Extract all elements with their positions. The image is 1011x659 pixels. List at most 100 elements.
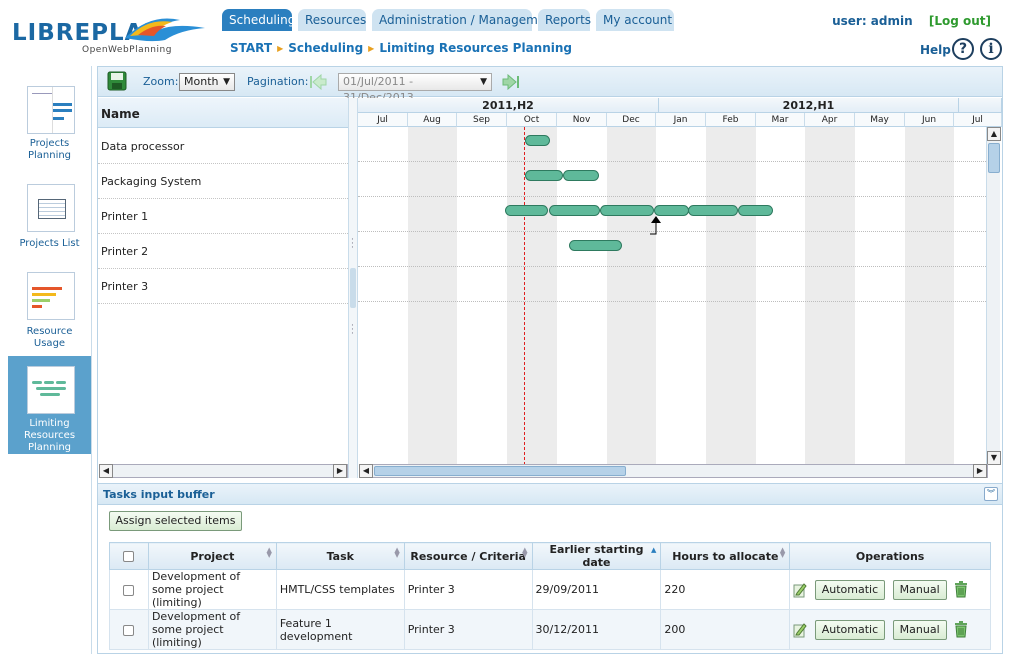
- column-header-operations: Operations: [789, 542, 991, 570]
- cell-resource: Printer 3: [403, 569, 533, 610]
- splitter-handle[interactable]: [350, 268, 356, 308]
- sidebar-item-resource-usage[interactable]: Resource Usage: [8, 264, 91, 352]
- column-label: Earlier starting date: [549, 543, 644, 569]
- horizontal-scroll-thumb[interactable]: [374, 466, 626, 476]
- scroll-right-icon[interactable]: ▶: [333, 464, 347, 478]
- breadcrumb-separator-icon: ▶: [277, 44, 284, 53]
- sidebar-item-projects-list[interactable]: Projects List: [8, 176, 91, 256]
- month-header: Apr: [805, 113, 855, 127]
- assign-selected-button[interactable]: Assign selected items: [109, 511, 242, 531]
- save-icon[interactable]: [107, 71, 127, 91]
- scroll-left-icon[interactable]: ◀: [359, 464, 373, 478]
- column-label: Task: [326, 549, 354, 563]
- month-stripe: [905, 127, 954, 465]
- automatic-button[interactable]: Automatic: [814, 619, 886, 640]
- scroll-down-icon[interactable]: ▼: [987, 451, 1001, 465]
- column-header-date[interactable]: Earlier starting date ▲: [531, 542, 662, 570]
- timeline-vertical-scrollbar[interactable]: ▲ ▼: [986, 127, 1001, 465]
- resource-row[interactable]: Printer 3: [98, 269, 348, 304]
- user-area: user: admin [Log out]: [832, 14, 991, 28]
- resource-row[interactable]: Packaging System: [98, 164, 348, 199]
- sidebar-item-limiting-resources[interactable]: Limiting Resources Planning: [8, 356, 91, 454]
- track-divider: [358, 231, 986, 232]
- tasks-input-buffer-header: Tasks input buffer ︾: [98, 483, 1002, 505]
- column-label: Resource / Criteria: [410, 549, 526, 563]
- panel-splitter[interactable]: · · · · · ·: [349, 98, 358, 478]
- resource-row[interactable]: Printer 2: [98, 234, 348, 269]
- vertical-scroll-thumb[interactable]: [988, 143, 1000, 173]
- sidebar-item-projects-planning[interactable]: Projects Planning: [8, 80, 91, 170]
- help-label[interactable]: Help: [920, 43, 951, 57]
- sidebar-label: Projects Planning: [27, 138, 72, 161]
- resource-row[interactable]: Printer 1: [98, 199, 348, 234]
- scroll-left-icon[interactable]: ◀: [99, 464, 113, 478]
- libreplan-logo[interactable]: LIBREPLAN OpenWebPlanning: [12, 8, 212, 58]
- row-checkbox[interactable]: [123, 584, 135, 596]
- trash-icon[interactable]: [954, 621, 968, 638]
- tab-scheduling[interactable]: Scheduling: [222, 9, 295, 31]
- collapse-icon[interactable]: ︾: [984, 487, 998, 501]
- column-header-project[interactable]: Project ▲ ▼: [147, 542, 277, 570]
- row-checkbox[interactable]: [123, 624, 135, 636]
- next-page-icon[interactable]: [502, 74, 520, 90]
- queue-task-bar[interactable]: [600, 205, 654, 216]
- cell-task: Feature 1 development: [275, 609, 405, 650]
- breadcrumb-current: Limiting Resources Planning: [379, 41, 573, 55]
- select-all-checkbox[interactable]: [123, 551, 135, 562]
- queue-task-bar[interactable]: [549, 205, 600, 216]
- manual-button[interactable]: Manual: [892, 579, 947, 600]
- help-icon[interactable]: ?: [952, 38, 974, 60]
- queue-task-bar[interactable]: [738, 205, 773, 216]
- queue-task-bar[interactable]: [688, 205, 738, 216]
- scroll-up-icon[interactable]: ▲: [987, 127, 1001, 141]
- month-header: Mar: [756, 113, 805, 127]
- trash-icon[interactable]: [954, 581, 968, 598]
- month-header: Sep: [457, 113, 507, 127]
- names-horizontal-scrollbar[interactable]: ◀ ▶: [99, 464, 348, 478]
- cell-hours: 200: [660, 609, 791, 650]
- column-header-hours[interactable]: Hours to allocate ▲ ▼: [660, 542, 791, 570]
- breadcrumb-scheduling[interactable]: Scheduling: [288, 41, 363, 55]
- sidebar-label: Resource Usage: [26, 326, 73, 349]
- resource-row[interactable]: Data processor: [98, 129, 348, 164]
- column-label: Hours to allocate: [672, 549, 779, 563]
- timeline-horizontal-scrollbar[interactable]: ◀ ▶: [359, 464, 988, 478]
- month-header: Feb: [706, 113, 756, 127]
- zoom-select[interactable]: Month ▼: [179, 73, 235, 91]
- app-header: LIBREPLAN OpenWebPlanning Scheduling Res…: [0, 0, 1011, 63]
- select-all-header: [109, 542, 149, 570]
- queue-task-bar[interactable]: [569, 240, 622, 251]
- tab-resources[interactable]: Resources: [298, 9, 366, 31]
- previous-page-icon[interactable]: [309, 74, 327, 90]
- splitter-grip-icon: · · ·: [351, 321, 354, 339]
- queue-task-bar[interactable]: [525, 135, 550, 146]
- column-header-task[interactable]: Task ▲ ▼: [275, 542, 405, 570]
- column-header-resource[interactable]: Resource / Criteria ▲ ▼: [403, 542, 533, 570]
- track-divider: [358, 161, 986, 162]
- queue-task-bar[interactable]: [525, 170, 563, 181]
- sort-icon: ▲ ▼: [266, 546, 272, 559]
- limiting-resources-icon: [27, 366, 75, 414]
- tab-my-account[interactable]: My account: [596, 9, 674, 31]
- cell-operations: Automatic Manual: [789, 569, 991, 610]
- tab-administration[interactable]: Administration / Management: [372, 9, 558, 31]
- tab-reports[interactable]: Reports: [538, 9, 591, 31]
- breadcrumb: START ▶ Scheduling ▶ Limiting Resources Plan…: [230, 41, 572, 55]
- queue-task-bar[interactable]: [654, 205, 689, 216]
- edit-icon[interactable]: [793, 582, 807, 598]
- planner-toolbar: Zoom: Month ▼ Pagination: 01/Jul/2011 - …: [98, 67, 1002, 104]
- logout-link[interactable]: [Log out]: [929, 14, 991, 28]
- projects-list-icon: [27, 184, 75, 232]
- month-header: Aug: [408, 113, 457, 127]
- queue-task-bar[interactable]: [563, 170, 599, 181]
- track-divider: [358, 301, 986, 302]
- manual-button[interactable]: Manual: [892, 619, 947, 640]
- cell-project: Development of some project (limiting): [147, 569, 277, 610]
- pagination-select[interactable]: 01/Jul/2011 - 31/Dec/2013 ▼: [338, 73, 492, 104]
- info-icon[interactable]: i: [980, 38, 1002, 60]
- automatic-button[interactable]: Automatic: [814, 579, 886, 600]
- queue-task-bar[interactable]: [505, 205, 548, 216]
- edit-icon[interactable]: [793, 622, 807, 638]
- breadcrumb-start[interactable]: START: [230, 41, 272, 55]
- scroll-right-icon[interactable]: ▶: [973, 464, 987, 478]
